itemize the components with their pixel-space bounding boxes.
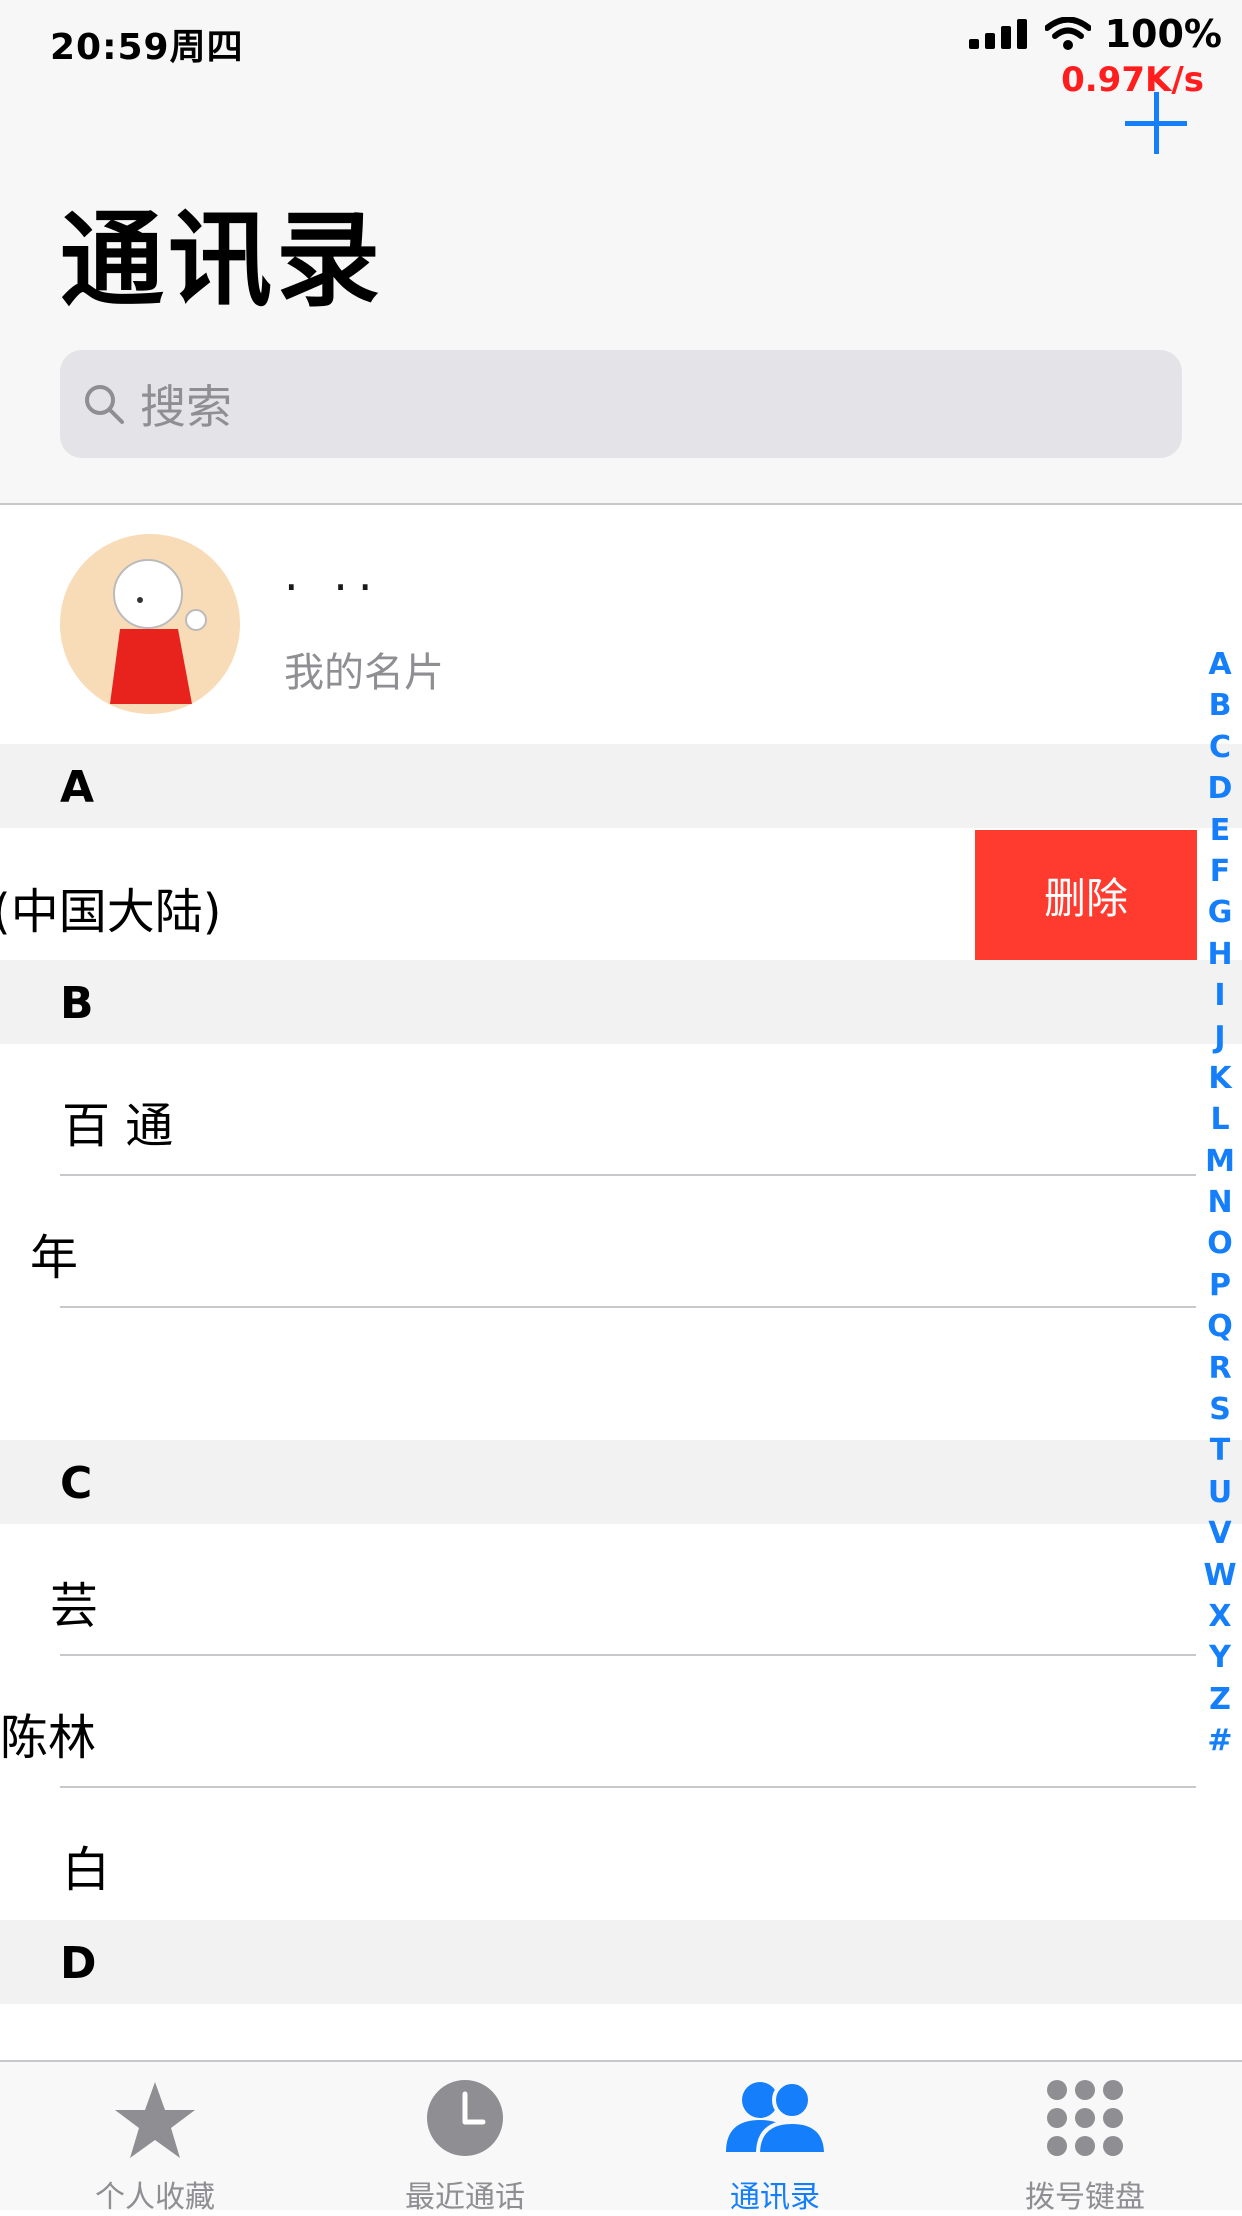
status-time: 20:59周四 bbox=[50, 27, 244, 68]
index-letter[interactable]: M bbox=[1198, 1141, 1242, 1182]
contacts-icon bbox=[726, 2080, 829, 2156]
tab-contacts[interactable]: 通讯录 bbox=[620, 2062, 930, 2215]
add-contact-button[interactable] bbox=[1125, 92, 1187, 154]
tab-label: 拨号键盘 bbox=[1025, 2180, 1145, 2215]
tab-recents[interactable]: 最近通话 bbox=[310, 2062, 620, 2215]
index-letter[interactable]: P bbox=[1198, 1265, 1242, 1306]
contact-row[interactable]: 陈林 bbox=[0, 1656, 1196, 1786]
section-header-b: B bbox=[0, 960, 1242, 1044]
contact-name: 白 bbox=[62, 1842, 111, 1898]
contact-row[interactable]: 百 通 bbox=[0, 1044, 1196, 1174]
index-letter[interactable]: Z bbox=[1198, 1679, 1242, 1720]
contact-row[interactable]: 年 bbox=[0, 1176, 1196, 1306]
my-card-label: 我的名片 bbox=[284, 650, 444, 696]
section-header-a: A bbox=[0, 744, 1242, 828]
index-letter[interactable]: T bbox=[1198, 1430, 1242, 1471]
index-letter[interactable]: G bbox=[1198, 892, 1242, 933]
page-title: 通讯录 bbox=[60, 199, 385, 321]
index-letter[interactable]: R bbox=[1198, 1348, 1242, 1389]
contact-name: 芸 bbox=[50, 1578, 99, 1634]
tab-label: 通讯录 bbox=[730, 2180, 820, 2215]
contact-name: 陈林 bbox=[0, 1710, 97, 1766]
index-letter[interactable]: C bbox=[1198, 727, 1242, 768]
search-placeholder: 搜索 bbox=[140, 380, 232, 434]
tab-bar: 个人收藏 最近通话 通讯录 拨号键盘 bbox=[0, 2060, 1242, 2215]
contact-row[interactable]: 芸 bbox=[0, 1524, 1196, 1654]
index-letter[interactable]: I bbox=[1198, 975, 1242, 1016]
section-letter: D bbox=[60, 1938, 97, 1989]
index-letter[interactable]: N bbox=[1198, 1182, 1242, 1223]
search-icon bbox=[85, 385, 124, 424]
index-letter[interactable]: S bbox=[1198, 1389, 1242, 1430]
contact-name: 百 通 bbox=[62, 1098, 174, 1154]
signal-icon bbox=[968, 19, 1027, 49]
index-letter[interactable]: X bbox=[1198, 1596, 1242, 1637]
alphabet-index[interactable]: A B C D E F G H I J K L M N O P Q R S T … bbox=[1198, 644, 1242, 1762]
index-letter[interactable]: # bbox=[1198, 1720, 1242, 1761]
index-letter[interactable]: L bbox=[1198, 1099, 1242, 1140]
wifi-icon bbox=[1044, 17, 1091, 50]
index-letter[interactable]: O bbox=[1198, 1223, 1242, 1264]
index-letter[interactable]: W bbox=[1198, 1555, 1242, 1596]
index-letter[interactable]: Q bbox=[1198, 1306, 1242, 1347]
section-header-c: C bbox=[0, 1440, 1242, 1524]
contact-name: (中国大陆) bbox=[0, 884, 222, 940]
index-letter[interactable]: V bbox=[1198, 1513, 1242, 1554]
index-letter[interactable]: D bbox=[1198, 768, 1242, 809]
index-letter[interactable]: A bbox=[1198, 644, 1242, 685]
index-letter[interactable]: B bbox=[1198, 685, 1242, 726]
section-letter: A bbox=[60, 762, 95, 813]
tab-label: 个人收藏 bbox=[95, 2180, 215, 2215]
star-icon bbox=[115, 2082, 195, 2158]
index-letter[interactable]: J bbox=[1198, 1017, 1242, 1058]
index-letter[interactable]: F bbox=[1198, 851, 1242, 892]
section-letter: C bbox=[60, 1458, 93, 1509]
index-letter[interactable]: K bbox=[1198, 1058, 1242, 1099]
index-letter[interactable]: H bbox=[1198, 934, 1242, 975]
my-card-name: · ·· bbox=[284, 560, 383, 614]
index-letter[interactable]: U bbox=[1198, 1472, 1242, 1513]
clock-icon bbox=[427, 2080, 503, 2156]
tab-favorites[interactable]: 个人收藏 bbox=[0, 2062, 310, 2215]
section-header-d: D bbox=[0, 1920, 1242, 2004]
tab-label: 最近通话 bbox=[405, 2180, 525, 2215]
contact-row[interactable] bbox=[0, 1308, 1196, 1438]
status-indicators: 100% bbox=[968, 12, 1222, 56]
keypad-icon bbox=[1047, 2080, 1123, 2156]
contact-name: 年 bbox=[30, 1230, 79, 1286]
avatar[interactable] bbox=[60, 534, 240, 714]
index-letter[interactable]: E bbox=[1198, 810, 1242, 851]
tab-keypad[interactable]: 拨号键盘 bbox=[930, 2062, 1240, 2215]
index-letter[interactable]: Y bbox=[1198, 1637, 1242, 1678]
section-letter: B bbox=[60, 978, 94, 1029]
delete-button[interactable]: 删除 bbox=[975, 830, 1197, 960]
search-input[interactable]: 搜索 bbox=[60, 350, 1182, 458]
battery-percent: 100% bbox=[1104, 12, 1222, 56]
contact-row[interactable]: 白 bbox=[0, 1788, 1196, 1918]
